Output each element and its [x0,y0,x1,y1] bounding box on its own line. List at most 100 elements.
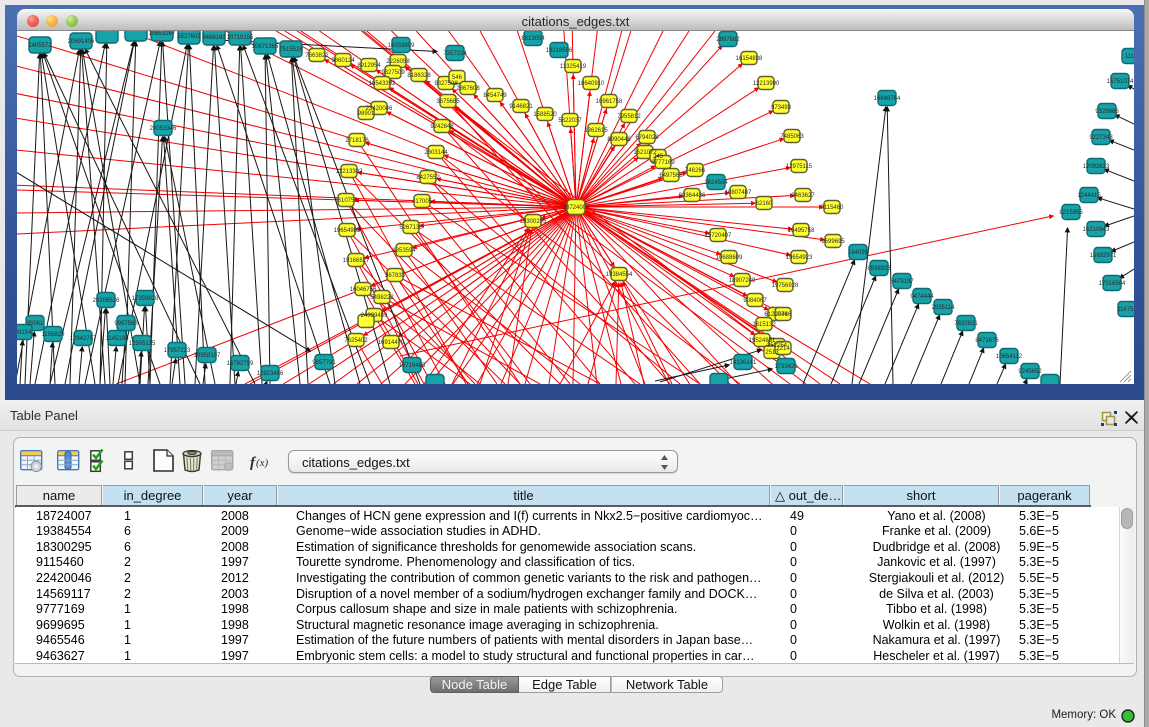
svg-text:3675685: 3675685 [436,99,460,105]
svg-text:12213302: 12213302 [336,169,363,175]
svg-text:9245652: 9245652 [1018,369,1042,375]
svg-text:1244415: 1244415 [1077,193,1101,199]
svg-text:2803144: 2803144 [424,150,448,156]
svg-text:19166827: 19166827 [343,258,370,264]
svg-text:1145194: 1145194 [106,336,130,342]
svg-text:12942757: 12942757 [70,336,97,342]
svg-text:116753: 116753 [1117,307,1134,313]
svg-text:19654982: 19654982 [334,228,361,234]
svg-text:9327508: 9327508 [434,81,458,87]
svg-text:18907249: 18907249 [729,278,756,284]
svg-text:7485063: 7485063 [780,134,804,140]
svg-text:9146821: 9146821 [509,104,533,110]
svg-text:1353594: 1353594 [392,248,416,254]
svg-text:7955812: 7955812 [617,114,641,120]
svg-text:20691406: 20691406 [68,39,95,45]
svg-text:19384554: 19384554 [606,272,633,278]
svg-text:14136141: 14136141 [730,360,757,366]
svg-text:9777169: 9777169 [651,160,675,166]
svg-text:367833: 367833 [385,273,406,279]
svg-text:1588520: 1588520 [533,112,557,118]
svg-text:9084067: 9084067 [743,298,767,304]
svg-text:2887682: 2887682 [716,37,740,43]
svg-text:2214: 2214 [776,346,790,352]
svg-text:1610755: 1610755 [334,198,358,204]
svg-text:16046756: 16046756 [350,287,377,293]
svg-text:8938923: 8938923 [867,266,891,272]
svg-text:6497568: 6497568 [659,173,683,179]
svg-text:5267130: 5267130 [399,225,423,231]
svg-text:1733426: 1733426 [774,364,798,370]
svg-text:8990448: 8990448 [607,137,631,143]
svg-text:12975115: 12975115 [786,164,813,170]
svg-text:9115460: 9115460 [821,205,845,211]
svg-text:12213990: 12213990 [753,81,780,87]
svg-text:164095: 164095 [848,250,869,256]
svg-text:12093823: 12093823 [1083,164,1110,170]
svg-text:10671365: 10671365 [252,44,279,50]
svg-text:546: 546 [452,75,463,81]
svg-text:5498222: 5498222 [370,295,394,301]
svg-text:1117: 1117 [1125,54,1134,60]
svg-text:10654112: 10654112 [996,354,1023,360]
svg-text:11325419: 11325419 [560,64,587,70]
svg-text:417005: 417005 [412,199,433,205]
svg-text:20746: 20746 [775,312,792,318]
svg-text:16914479: 16914479 [378,340,405,346]
svg-text:(x): (x) [256,457,269,469]
svg-text:16033809: 16033809 [388,43,415,49]
svg-text:16210643: 16210643 [1083,227,1110,233]
svg-text:15720407: 15720407 [705,233,732,239]
svg-text:9699695: 9699695 [821,239,845,245]
svg-text:10961758: 10961758 [596,99,623,105]
svg-text:9860124: 9860124 [331,58,355,64]
svg-text:8466160: 8466160 [202,35,226,41]
svg-text:17359928: 17359928 [132,296,159,302]
svg-text:9463627: 9463627 [791,193,815,199]
svg-text:39154: 39154 [17,330,32,336]
svg-text:5822037: 5822037 [558,118,582,124]
svg-text:9329966: 9329966 [1095,109,1119,115]
svg-text:8471676: 8471676 [975,338,999,344]
svg-text:7357224: 7357224 [443,51,467,57]
svg-text:16543392: 16543392 [369,81,396,87]
svg-text:1615132: 1615132 [752,322,776,328]
svg-text:98901: 98901 [358,111,375,117]
svg-text:2867608: 2867608 [456,86,480,92]
svg-text:9857791: 9857791 [312,360,336,366]
svg-text:20206526: 20206526 [93,298,120,304]
svg-text:9242848: 9242848 [430,124,454,130]
svg-text:7632621: 7632621 [954,321,978,327]
svg-text:17016504: 17016504 [1099,281,1126,287]
svg-text:9227343: 9227343 [1089,135,1113,141]
svg-text:8427552: 8427552 [416,175,440,181]
svg-text:3624554: 3624554 [704,180,728,186]
svg-text:20364436: 20364436 [679,193,706,199]
svg-text:19756928: 19756928 [772,283,799,289]
svg-text:6479197: 6479197 [890,279,914,285]
svg-text:62160: 62160 [756,201,773,207]
svg-text:1527602: 1527602 [177,34,201,40]
svg-text:16495758: 16495758 [788,228,815,234]
svg-text:7515526: 7515526 [279,47,303,53]
svg-text:16648764: 16648764 [874,96,901,102]
svg-text:973493: 973493 [771,105,792,111]
svg-text:1362615: 1362615 [584,128,608,134]
svg-text:10688609: 10688609 [716,255,743,261]
svg-text:2935114: 2935114 [932,305,956,311]
svg-text:9474444: 9474444 [910,294,934,300]
svg-text:8912954: 8912954 [357,63,381,69]
svg-text:15751074: 15751074 [1107,79,1134,85]
svg-text:10958107: 10958107 [194,353,221,359]
svg-text:15716485: 15716485 [399,363,426,369]
svg-text:12505135: 12505135 [129,341,156,347]
svg-text:1156829: 1156829 [42,332,66,338]
svg-text:8215955: 8215955 [1059,210,1083,216]
svg-text:18724007: 18724007 [563,205,590,211]
svg-text:7625402: 7625402 [344,338,368,344]
svg-text:9327509: 9327509 [381,70,405,76]
svg-text:12923486: 12923486 [257,371,284,377]
svg-text:2718176: 2718176 [345,138,369,144]
svg-text:17957223: 17957223 [164,348,191,354]
svg-text:18300295: 18300295 [520,219,547,225]
